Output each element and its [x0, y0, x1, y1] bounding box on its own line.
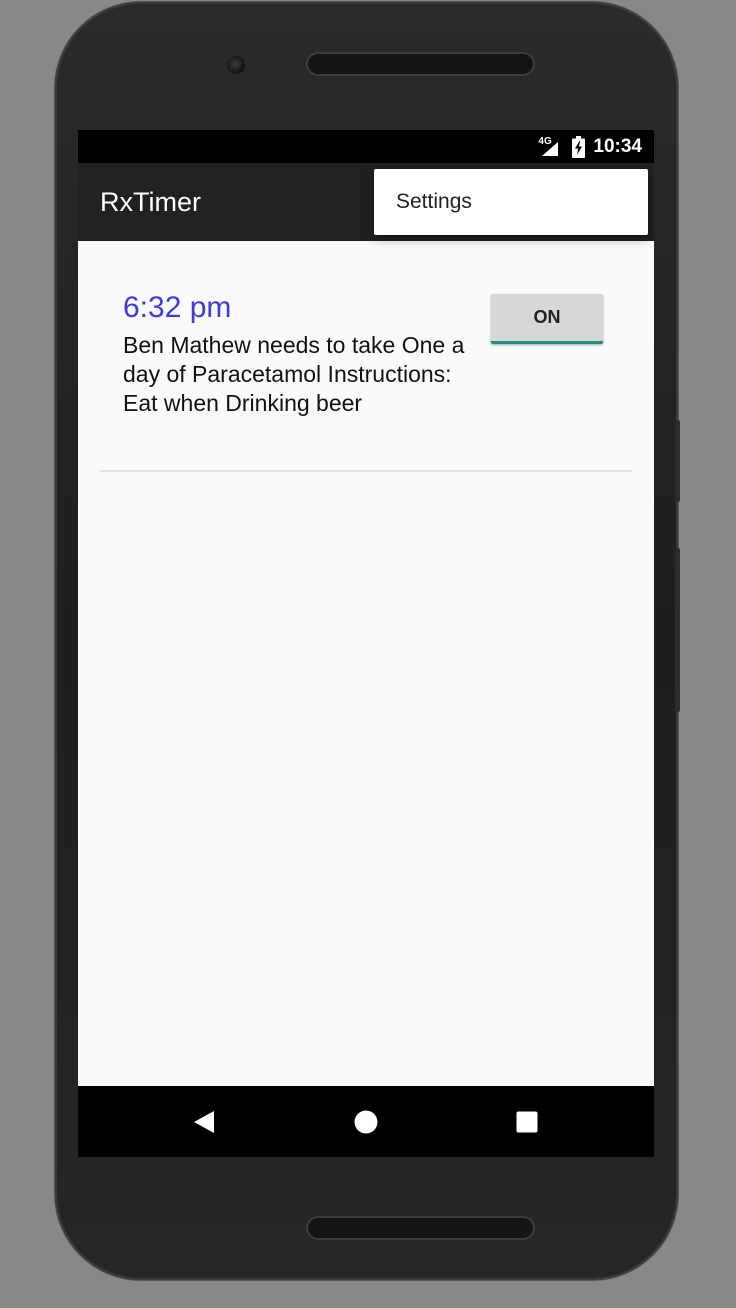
app-title: RxTimer: [100, 187, 201, 217]
earpiece-speaker: [308, 54, 533, 74]
phone-screen: 4G 10:34 RxTimer Settings 6:32 pm Ben Ma…: [78, 130, 654, 1157]
battery-charging-icon: [572, 135, 586, 158]
reminder-toggle-button[interactable]: ON: [491, 294, 603, 344]
status-bar: 4G 10:34: [78, 130, 654, 163]
front-camera: [227, 56, 245, 74]
reminder-list: 6:32 pm Ben Mathew needs to take One a d…: [78, 241, 654, 1086]
recents-icon: [516, 1111, 538, 1132]
overflow-menu: Settings: [374, 169, 648, 235]
navigation-bar: [78, 1086, 654, 1157]
emulator-stage: 4G 10:34 RxTimer Settings 6:32 pm Ben Ma…: [0, 0, 736, 1308]
volume-button: [675, 420, 680, 502]
home-button[interactable]: [326, 1086, 406, 1157]
bottom-speaker: [308, 1218, 533, 1238]
reminder-description: Ben Mathew needs to take One a day of Pa…: [123, 332, 465, 416]
back-icon: [194, 1110, 214, 1133]
reminder-time: 6:32 pm: [123, 291, 232, 324]
back-button[interactable]: [164, 1086, 244, 1157]
status-icons: 4G 10:34: [538, 130, 642, 163]
power-button: [675, 548, 680, 712]
status-time: 10:34: [593, 135, 642, 157]
menu-item-settings[interactable]: Settings: [374, 169, 648, 235]
signal-icon: 4G: [538, 136, 564, 158]
list-item[interactable]: 6:32 pm Ben Mathew needs to take One a d…: [100, 241, 632, 471]
recents-button[interactable]: [487, 1086, 567, 1157]
list-divider: [100, 470, 632, 472]
home-icon: [354, 1110, 378, 1133]
